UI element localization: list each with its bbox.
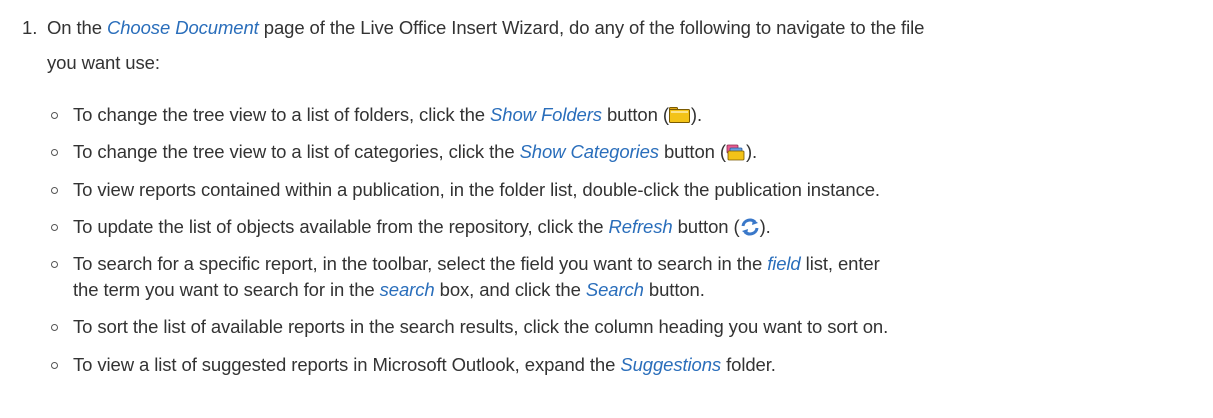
document-page: 1. On the Choose Document page of the Li… (0, 0, 1213, 418)
list-item-line: To update the list of objects available … (73, 215, 1213, 242)
step-number: 1. (22, 17, 38, 38)
field-link[interactable]: field (767, 253, 801, 274)
item-text: button ( (658, 141, 726, 162)
search-button-link[interactable]: Search (586, 279, 644, 300)
list-item-line: To search for a specific report, in the … (73, 252, 1213, 276)
list-item: To change the tree view to a list of cat… (47, 140, 1213, 167)
list-item-line: To sort the list of available reports in… (73, 315, 1213, 339)
bullet-icon (51, 149, 58, 156)
list-item: To sort the list of available reports in… (47, 315, 1213, 339)
item-text: ). (759, 216, 771, 237)
bullet-icon (51, 187, 58, 194)
item-text: button ( (672, 216, 740, 237)
bullet-icon (51, 362, 58, 369)
show-categories-link[interactable]: Show Categories (520, 141, 659, 162)
item-text: To search for a specific report, in the … (73, 253, 768, 274)
step-intro-text-c: you want use: (47, 52, 160, 73)
list-item: To change the tree view to a list of fol… (47, 103, 1213, 130)
refresh-link[interactable]: Refresh (609, 216, 673, 237)
search-box-link[interactable]: search (380, 279, 435, 300)
item-text: the term you want to search for in the (73, 279, 380, 300)
bullet-icon (51, 324, 58, 331)
bullet-icon (51, 261, 58, 268)
list-item-line: To view a list of suggested reports in M… (73, 353, 1213, 377)
refresh-icon (740, 218, 760, 242)
item-text: To update the list of objects available … (73, 216, 609, 237)
list-item: To view a list of suggested reports in M… (47, 353, 1213, 377)
show-folders-link[interactable]: Show Folders (490, 104, 602, 125)
item-text: To change the tree view to a list of fol… (73, 104, 491, 125)
item-text: list, enter (800, 253, 880, 274)
item-text: button. (643, 279, 705, 300)
step-intro-text-a: On the (47, 17, 107, 38)
item-text: To sort the list of available reports in… (73, 316, 889, 337)
item-text: box, and click the (434, 279, 586, 300)
list-item: To view reports contained within a publi… (47, 178, 1213, 202)
step-intro-text-b: page of the Live Office Insert Wizard, d… (258, 17, 925, 38)
item-text: To view reports contained within a publi… (73, 179, 880, 200)
list-item-line: To view reports contained within a publi… (73, 178, 1213, 202)
list-item-line: To change the tree view to a list of fol… (73, 103, 1213, 130)
list-item-line: the term you want to search for in the s… (73, 278, 1213, 302)
list-item-line: To change the tree view to a list of cat… (73, 140, 1213, 167)
list-item: To search for a specific report, in the … (47, 252, 1213, 302)
item-text: folder. (721, 354, 776, 375)
choose-document-link[interactable]: Choose Document (107, 17, 259, 38)
folder-icon (668, 106, 691, 130)
item-text: button ( (601, 104, 669, 125)
item-text: To view a list of suggested reports in M… (73, 354, 621, 375)
suggestions-link[interactable]: Suggestions (620, 354, 721, 375)
bullet-icon (51, 112, 58, 119)
step-intro: On the Choose Document page of the Live … (47, 10, 1207, 80)
item-text: ). (745, 141, 758, 162)
list-item: To update the list of objects available … (47, 215, 1213, 242)
item-text: ). (690, 104, 703, 125)
categories-icon (726, 143, 746, 167)
item-text: To change the tree view to a list of cat… (73, 141, 520, 162)
bullet-icon (51, 224, 58, 231)
